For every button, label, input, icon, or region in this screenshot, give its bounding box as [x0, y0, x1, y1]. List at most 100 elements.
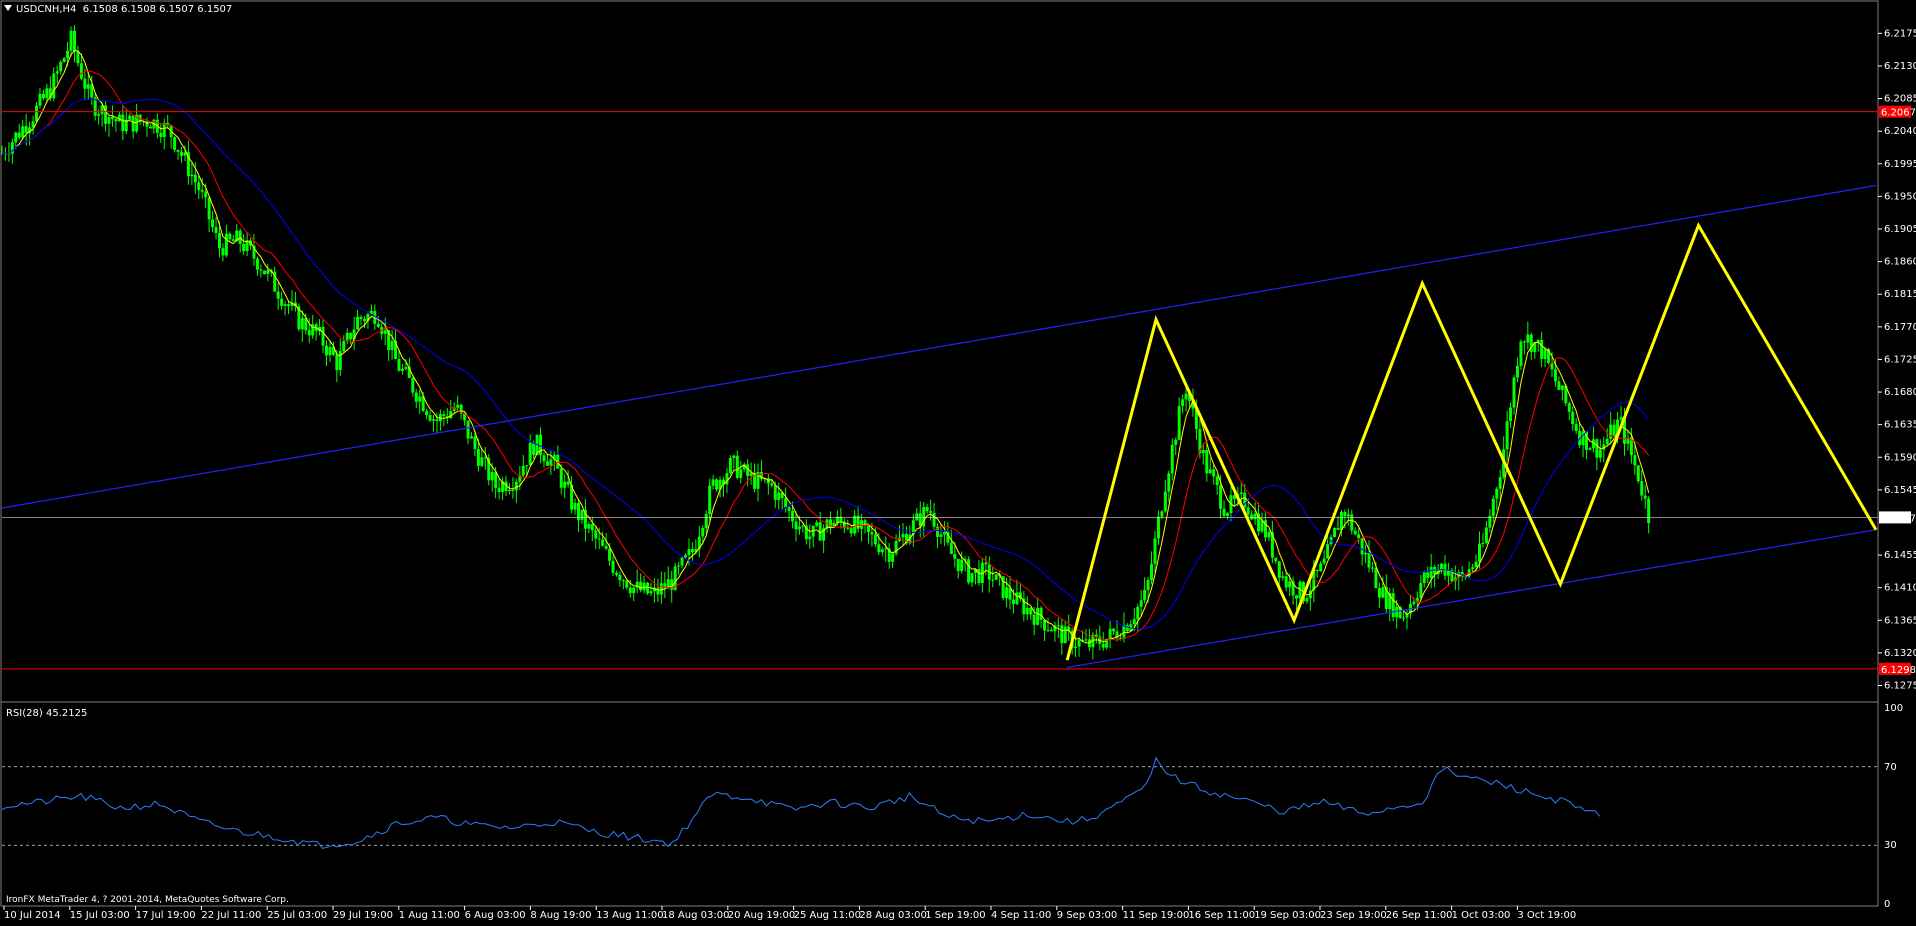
candle-body [204, 191, 208, 198]
candle-body [86, 84, 90, 89]
candle-body [1574, 424, 1578, 431]
candle-body [649, 591, 653, 594]
candle-body [1215, 476, 1219, 486]
candle-body [376, 323, 380, 327]
candle-body [949, 542, 953, 554]
x-tick-label: 6 Aug 03:00 [465, 910, 526, 921]
candle-body [1540, 339, 1544, 360]
candle-body [221, 248, 225, 256]
candle-body [1125, 625, 1129, 631]
candle-body [797, 526, 801, 530]
candle-body [528, 442, 532, 466]
candle-body [35, 105, 39, 122]
x-tick-label: 29 Jul 19:00 [333, 910, 393, 921]
candle-body [863, 520, 867, 525]
x-tick-label: 19 Sep 03:00 [1254, 910, 1321, 921]
x-tick-label: 3 Oct 19:00 [1517, 910, 1576, 921]
candle-body [1011, 599, 1015, 605]
candle-body [1025, 608, 1029, 615]
candle-body [259, 269, 263, 271]
x-tick-label: 1 Aug 11:00 [399, 910, 460, 921]
candle-body [1571, 411, 1575, 425]
candle-body [1440, 563, 1444, 570]
rsi-tick-label: 100 [1884, 703, 1903, 714]
candle-body [1201, 450, 1205, 454]
candle-body [432, 419, 436, 421]
candle-body [1136, 606, 1140, 620]
candle-body [490, 471, 494, 481]
candle-body [214, 227, 218, 233]
candle-body [977, 568, 981, 584]
candle-body [625, 580, 629, 588]
candle-body [69, 30, 73, 51]
candle-body [739, 469, 743, 478]
candle-body [1146, 580, 1150, 590]
candle-body [400, 368, 404, 371]
candle-body [207, 197, 211, 220]
candle-body [849, 527, 853, 534]
candle-body [511, 489, 515, 491]
candle-body [1429, 566, 1433, 578]
candle-body [1177, 406, 1181, 440]
price-frame [0, 0, 1879, 703]
candle-body [621, 580, 625, 582]
x-tick-label: 1 Oct 03:00 [1452, 910, 1511, 921]
candle-body [1522, 341, 1526, 343]
candle-body [1112, 628, 1116, 632]
candle-body [1433, 566, 1437, 575]
candle-body [66, 50, 70, 59]
candle-body [1077, 639, 1081, 647]
candle-body [321, 326, 325, 346]
y-tick-label: 6.1635 [1884, 420, 1916, 431]
candle-body [1101, 643, 1105, 648]
candle-body [114, 119, 118, 122]
symbol-header[interactable]: USDCNH,H4 6.1508 6.1508 6.1507 6.1507 [4, 4, 232, 15]
candle-body [1481, 543, 1485, 545]
candle-body [1205, 450, 1209, 474]
candle-body [307, 330, 311, 336]
candle-body [632, 587, 636, 594]
candle-body [349, 332, 353, 340]
candle-body [228, 233, 232, 240]
candle-body [76, 51, 80, 64]
candle-body [873, 534, 877, 545]
y-tick-label: 6.1275 [1884, 681, 1916, 692]
candle-body [1495, 488, 1499, 499]
candle-body [262, 270, 266, 274]
y-tick-label: 6.1725 [1884, 354, 1916, 365]
candle-body [1043, 619, 1047, 631]
candle-body [777, 492, 781, 500]
y-tick-label: 6.2040 [1884, 126, 1916, 137]
candle-body [1640, 481, 1644, 496]
candle-body [41, 93, 45, 99]
level-price-label: 6.2067 [1881, 108, 1916, 119]
candle-body [1005, 587, 1009, 599]
chart-area[interactable]: 6.2067 6.1298 6.1507 6.2175 6.2130 6.2085 6.20… [0, 0, 1916, 926]
candle-body [628, 587, 632, 594]
candle-body [1557, 381, 1561, 390]
candle-body [956, 558, 960, 572]
candle-body [497, 487, 501, 492]
candle-body [939, 534, 943, 537]
candle-body [1143, 589, 1147, 601]
candle-body [573, 502, 577, 510]
candle-body [725, 473, 729, 485]
x-tick-label: 20 Aug 19:00 [728, 910, 795, 921]
candle-body [1295, 595, 1299, 599]
candle-body [1512, 377, 1516, 408]
candle-body [708, 485, 712, 515]
candle-body [1364, 552, 1368, 555]
candle-body [1422, 572, 1426, 584]
dropdown-triangle-icon[interactable] [4, 5, 12, 11]
candle-body [549, 459, 553, 466]
candle-body [791, 510, 795, 522]
candle-body [559, 468, 563, 488]
y-tick-label: 6.1995 [1884, 159, 1916, 170]
y-tick-label: 6.1815 [1884, 289, 1916, 300]
level-price-label: 6.1298 [1881, 665, 1916, 676]
candle-body [545, 461, 549, 466]
candle-body [608, 548, 612, 561]
candle-body [1167, 473, 1171, 492]
candle-body [1084, 639, 1088, 641]
candle-body [984, 562, 988, 565]
